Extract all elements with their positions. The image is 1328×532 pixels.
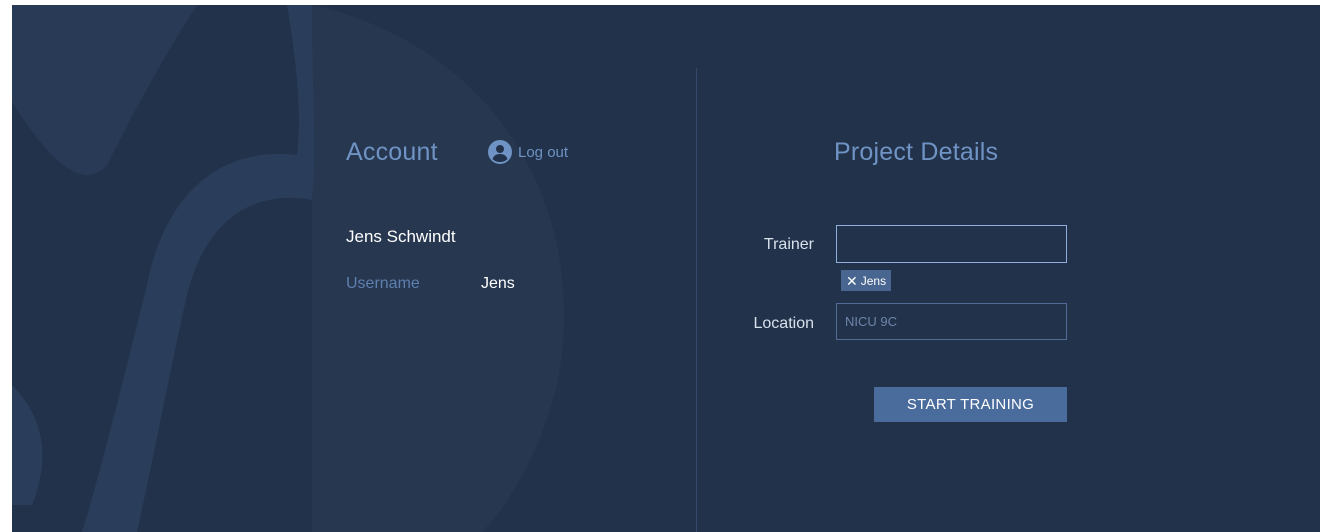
trainer-chip-label: Jens — [860, 273, 887, 288]
close-icon[interactable]: ✕ — [846, 274, 858, 288]
logo-watermark — [12, 5, 564, 532]
trainer-label: Trainer — [763, 236, 814, 253]
app-window: Account Log out Jens Schwindt Username J… — [12, 5, 1320, 532]
username-value: Jens — [481, 275, 515, 292]
panel-divider — [696, 68, 697, 532]
account-title: Account — [346, 138, 438, 166]
logout-button[interactable]: Log out — [488, 138, 568, 166]
logout-label: Log out — [518, 143, 569, 161]
project-details-title: Project Details — [834, 138, 999, 166]
start-training-button[interactable]: START TRAINING — [874, 387, 1067, 422]
location-label: Location — [753, 315, 815, 332]
user-circle-icon — [488, 140, 512, 164]
location-input[interactable] — [836, 303, 1067, 340]
user-full-name: Jens Schwindt — [346, 227, 456, 246]
trainer-input[interactable] — [836, 225, 1067, 263]
username-label: Username — [346, 275, 420, 292]
trainer-chip: ✕ Jens — [841, 270, 892, 291]
